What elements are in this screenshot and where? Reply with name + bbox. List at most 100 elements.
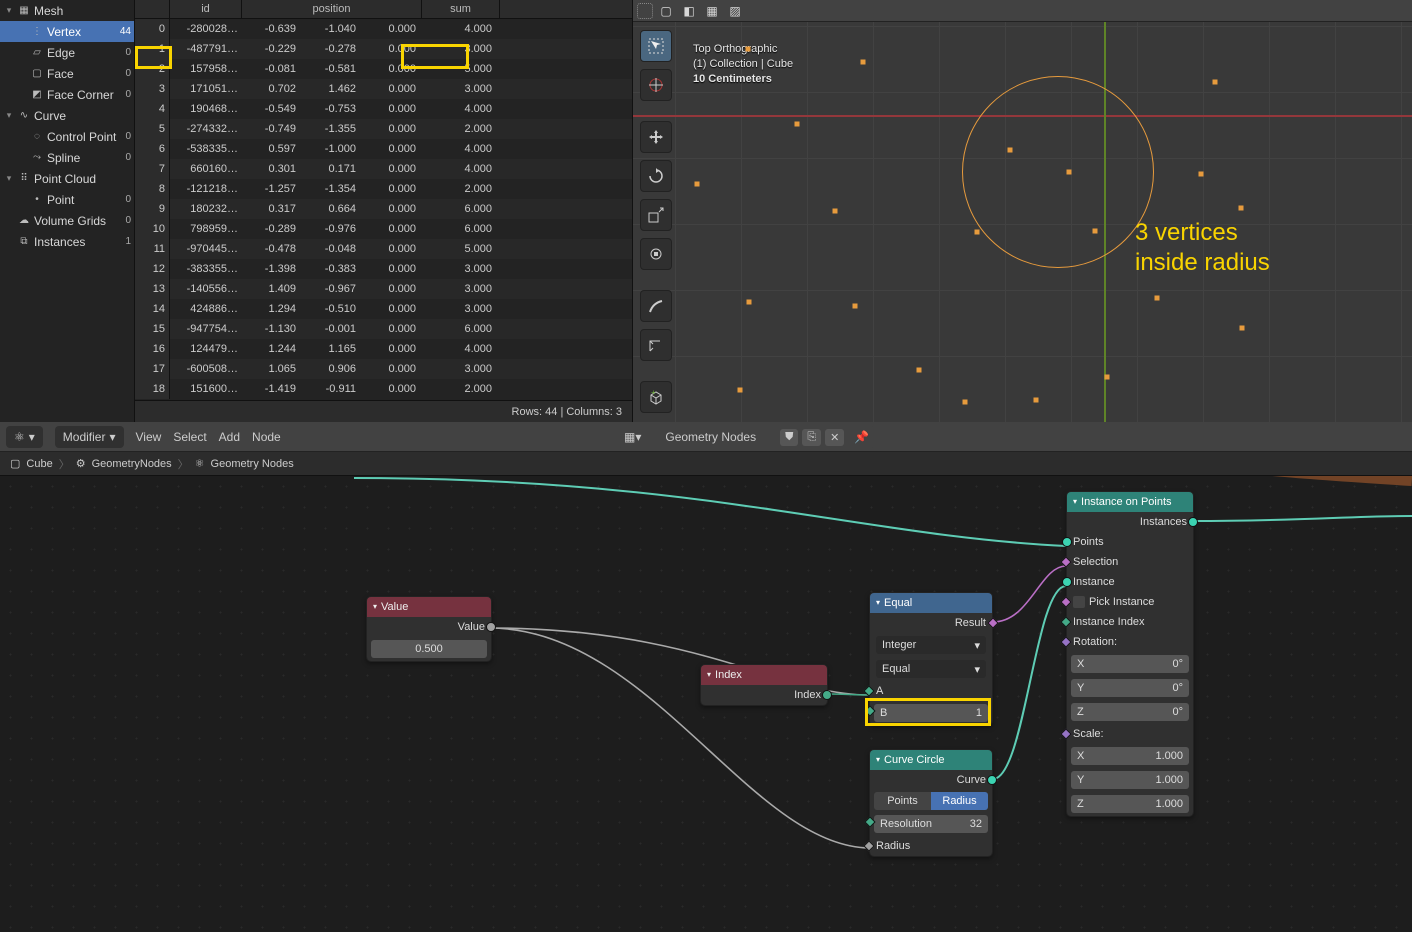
nodetree-icon: ⚛ xyxy=(195,457,205,470)
spreadsheet-header: id position sum xyxy=(135,0,632,19)
tool-transform[interactable] xyxy=(640,238,672,270)
col-id[interactable]: id xyxy=(170,0,242,18)
table-row[interactable]: 16124479…1.2441.1650.0004.000 xyxy=(135,339,632,359)
tree-vertex[interactable]: ⋮Vertex44 xyxy=(0,21,134,42)
node-editor[interactable]: ⚛▾ Modifier ▾ View Select Add Node ▦▾ Ge… xyxy=(0,422,1412,932)
table-row[interactable]: 12-383355…-1.398-0.3830.0003.000 xyxy=(135,259,632,279)
menu-select[interactable]: Select xyxy=(173,430,206,444)
table-row[interactable]: 17-600508…1.0650.9060.0003.000 xyxy=(135,359,632,379)
table-row[interactable]: 7660160…0.3010.1710.0004.000 xyxy=(135,159,632,179)
table-row[interactable]: 10798959…-0.289-0.9760.0006.000 xyxy=(135,219,632,239)
copy-icon[interactable]: ⎘ xyxy=(802,429,821,446)
table-row[interactable]: 0-280028…-0.639-1.0400.0004.000 xyxy=(135,19,632,39)
table-row[interactable]: 5-274332…-0.749-1.3550.0002.000 xyxy=(135,119,632,139)
tool-add-cube[interactable]: + xyxy=(640,381,672,413)
cube-icon: ▢ xyxy=(10,457,20,470)
table-row[interactable]: 4190468…-0.549-0.7530.0004.000 xyxy=(135,99,632,119)
tool-move[interactable] xyxy=(640,121,672,153)
equal-mode-dropdown[interactable]: Equal▾ xyxy=(876,660,986,678)
hdr-icon[interactable]: ▦ xyxy=(702,1,722,21)
crumb-object[interactable]: Cube xyxy=(26,458,52,470)
modifier-dropdown[interactable]: Modifier ▾ xyxy=(55,426,124,448)
hdr-icon[interactable]: ▨ xyxy=(725,1,745,21)
tree-volume[interactable]: ▾☁Volume Grids0 xyxy=(0,210,134,231)
tree-control-point[interactable]: ◌Control Point0 xyxy=(0,126,134,147)
table-row[interactable]: 15-947754…-1.130-0.0010.0006.000 xyxy=(135,319,632,339)
vertex-point xyxy=(1067,170,1072,175)
rot-x[interactable]: X0° xyxy=(1071,655,1189,673)
vertex-point xyxy=(1213,80,1218,85)
node-tree-selector[interactable]: ▦▾ Geometry Nodes ⛊ ⎘ ✕ 📌 xyxy=(620,424,873,450)
tool-cursor[interactable] xyxy=(640,69,672,101)
node-instance-on-points[interactable]: ▾Instance on Points Instances Points Sel… xyxy=(1066,491,1194,817)
node-equal[interactable]: ▾Equal Result Integer▾ Equal▾ A B1 xyxy=(869,592,993,726)
tree-edge[interactable]: ▱Edge0 xyxy=(0,42,134,63)
table-row[interactable]: 18151600…-1.419-0.9110.0002.000 xyxy=(135,379,632,399)
mode-toggle[interactable]: PointsRadius xyxy=(874,792,988,810)
volume-icon: ☁ xyxy=(17,214,31,228)
tree-point-cloud[interactable]: ▾⠿Point Cloud xyxy=(0,168,134,189)
vertex-point xyxy=(975,230,980,235)
hdr-icon[interactable]: ◧ xyxy=(679,1,699,21)
vertex-icon: ⋮ xyxy=(30,25,44,39)
table-row[interactable]: 9180232…0.3170.6640.0006.000 xyxy=(135,199,632,219)
menu-add[interactable]: Add xyxy=(219,430,240,444)
table-row[interactable]: 14424886…1.294-0.5100.0003.000 xyxy=(135,299,632,319)
tool-measure[interactable] xyxy=(640,329,672,361)
svg-text:+: + xyxy=(651,389,656,397)
tool-annotate[interactable] xyxy=(640,290,672,322)
scale-z[interactable]: Z1.000 xyxy=(1071,795,1189,813)
browse-nodetree-icon[interactable]: ▦▾ xyxy=(624,430,641,444)
col-position[interactable]: position xyxy=(242,0,422,18)
pin-icon[interactable]: 📌 xyxy=(854,430,869,444)
vertex-point xyxy=(695,182,700,187)
vertex-point xyxy=(917,368,922,373)
scale-y[interactable]: Y1.000 xyxy=(1071,771,1189,789)
table-row[interactable]: 8-121218…-1.257-1.3540.0002.000 xyxy=(135,179,632,199)
vertex-point xyxy=(1105,375,1110,380)
rot-z[interactable]: Z0° xyxy=(1071,703,1189,721)
viewport[interactable]: ▢ ◧ ▦ ▨ + Top Orthographic (1) Collectio… xyxy=(632,0,1412,422)
scale-x[interactable]: X1.000 xyxy=(1071,747,1189,765)
menu-view[interactable]: View xyxy=(136,430,162,444)
value-field[interactable]: 0.500 xyxy=(371,640,487,658)
table-row[interactable]: 3171051…0.7021.4620.0003.000 xyxy=(135,79,632,99)
table-row[interactable]: 1-487791…-0.229-0.2780.0003.000 xyxy=(135,39,632,59)
tree-face-corner[interactable]: ◩Face Corner0 xyxy=(0,84,134,105)
tree-point[interactable]: •Point0 xyxy=(0,189,134,210)
crumb-nodetree[interactable]: Geometry Nodes xyxy=(211,458,294,470)
curve-icon: ∿ xyxy=(17,109,31,123)
tree-instances[interactable]: ▾⧉Instances1 xyxy=(0,231,134,252)
tree-curve[interactable]: ▾∿Curve xyxy=(0,105,134,126)
face-corner-icon: ◩ xyxy=(30,88,44,102)
col-sum[interactable]: sum xyxy=(422,0,500,18)
tree-spline[interactable]: ⤳Spline0 xyxy=(0,147,134,168)
hdr-icon[interactable]: ▢ xyxy=(656,1,676,21)
unlink-icon[interactable]: ✕ xyxy=(825,429,844,446)
tree-mesh[interactable]: ▾▦Mesh xyxy=(0,0,134,21)
equal-type-dropdown[interactable]: Integer▾ xyxy=(876,636,986,654)
shield-icon[interactable]: ⛊ xyxy=(780,429,798,446)
node-value[interactable]: ▾Value Value 0.500 xyxy=(366,596,492,662)
select-tool-icon[interactable] xyxy=(637,3,653,19)
tool-rotate[interactable] xyxy=(640,160,672,192)
table-row[interactable]: 11-970445…-0.478-0.0480.0005.000 xyxy=(135,239,632,259)
spreadsheet-status: Rows: 44 | Columns: 3 xyxy=(135,400,632,422)
resolution-field[interactable]: Resolution32 xyxy=(874,815,988,833)
tree-face[interactable]: ▢Face0 xyxy=(0,63,134,84)
node-index[interactable]: ▾Index Index xyxy=(700,664,828,706)
table-row[interactable]: 2157958…-0.081-0.5810.0005.000 xyxy=(135,59,632,79)
rot-y[interactable]: Y0° xyxy=(1071,679,1189,697)
tool-select-box[interactable] xyxy=(640,30,672,62)
table-row[interactable]: 6-538335…0.597-1.0000.0004.000 xyxy=(135,139,632,159)
tool-scale[interactable] xyxy=(640,199,672,231)
pick-instance-checkbox[interactable] xyxy=(1073,596,1085,608)
crumb-modifier[interactable]: GeometryNodes xyxy=(92,458,172,470)
node-canvas[interactable]: ▾Value Value 0.500 ▾Index Index ▾Equal R… xyxy=(0,476,1412,932)
menu-node[interactable]: Node xyxy=(252,430,281,444)
table-row[interactable]: 13-140556…1.409-0.9670.0003.000 xyxy=(135,279,632,299)
node-curve-circle[interactable]: ▾Curve Circle Curve PointsRadius Resolut… xyxy=(869,749,993,857)
equal-b-field[interactable]: B1 xyxy=(874,704,988,722)
editor-type-dropdown[interactable]: ⚛▾ xyxy=(6,426,43,448)
spreadsheet-body[interactable]: 0-280028…-0.639-1.0400.0004.0001-487791…… xyxy=(135,19,632,400)
